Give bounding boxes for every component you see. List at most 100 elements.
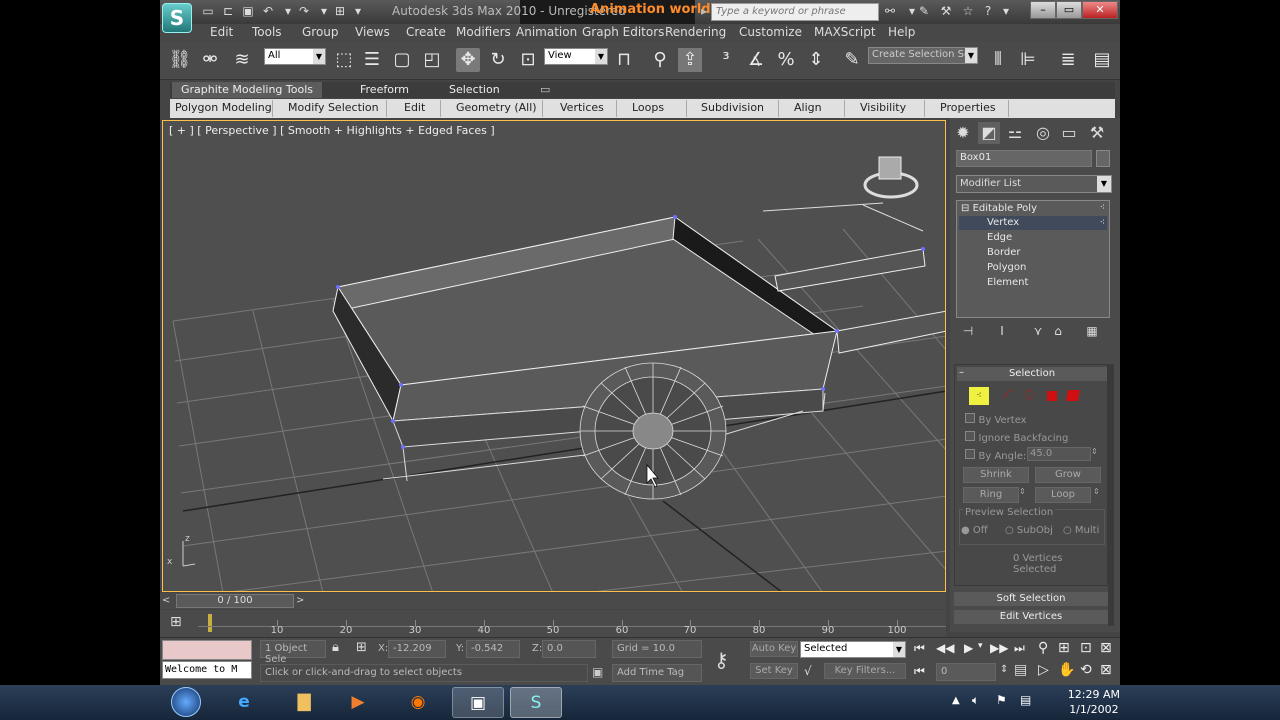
communication-center-icon[interactable]: ⚒ bbox=[938, 3, 954, 19]
track-bar[interactable]: ⊞ 10 20 30 40 50 60 70 80 90 100 bbox=[160, 610, 946, 637]
default-tangent-icon[interactable]: √ bbox=[804, 664, 812, 678]
modify-tab-icon[interactable]: ◩ bbox=[978, 122, 1000, 144]
maxscript-mini-listener[interactable]: Welcome to M bbox=[162, 661, 252, 679]
z-coordinate-field[interactable]: 0.0 bbox=[542, 640, 596, 658]
zoom-extents-icon[interactable]: ⊡ bbox=[1080, 640, 1092, 656]
percent-snap-icon[interactable]: % bbox=[774, 48, 798, 72]
menu-group[interactable]: Group bbox=[302, 25, 339, 39]
lock-selection-icon[interactable]: 🔒︎ bbox=[332, 640, 339, 655]
app-logo-button[interactable]: S bbox=[162, 3, 192, 33]
panel-loops[interactable]: Loops bbox=[632, 101, 664, 114]
stack-item-vertex[interactable]: Vertex bbox=[987, 217, 1019, 228]
named-selection-set-dropdown[interactable]: Create Selection Se ▼ bbox=[868, 47, 978, 64]
next-frame-button-icon[interactable]: ▶▶ bbox=[990, 641, 1008, 655]
menu-edit[interactable]: Edit bbox=[210, 25, 233, 39]
perspective-viewport[interactable]: [ + ] [ Perspective ] [ Smooth + Highlig… bbox=[162, 120, 946, 592]
network-icon[interactable]: ▤ bbox=[1020, 693, 1031, 707]
prev-frame-icon[interactable]: < bbox=[162, 595, 170, 606]
preview-off-radio[interactable]: ● Off bbox=[961, 525, 988, 536]
reference-coordinate-dropdown[interactable]: View ▼ bbox=[544, 48, 608, 65]
stack-item-edge[interactable]: Edge bbox=[987, 232, 1012, 243]
bind-space-warp-icon[interactable]: ≋ bbox=[230, 48, 254, 72]
pin-stack-icon[interactable]: ⊣ bbox=[958, 324, 978, 340]
show-hidden-icons[interactable]: ▲ bbox=[952, 695, 960, 706]
soft-selection-rollout[interactable]: Soft Selection bbox=[954, 592, 1108, 606]
panel-vertices[interactable]: Vertices bbox=[560, 101, 604, 114]
mirror-icon[interactable]: ⫴ bbox=[986, 48, 1010, 72]
firefox-icon[interactable]: ◉ bbox=[394, 687, 442, 718]
vertex-mode-icon[interactable]: ⁖ bbox=[969, 387, 989, 405]
hierarchy-tab-icon[interactable]: ⚍ bbox=[1004, 122, 1026, 144]
project-folder-icon[interactable]: ⊞ bbox=[332, 3, 348, 19]
keyboard-shortcut-override-icon[interactable]: ⇪ bbox=[678, 48, 702, 72]
play-dropdown-icon[interactable]: ▾ bbox=[978, 641, 983, 651]
ring-spinner-icon[interactable]: ⇕ bbox=[1019, 487, 1026, 496]
key-mode-toggle-icon[interactable]: ⏮ bbox=[914, 664, 925, 679]
go-to-end-icon[interactable]: ⏭ bbox=[1014, 641, 1025, 656]
spinner-arrows-icon[interactable]: ⇕ bbox=[1091, 447, 1098, 456]
graphite-toggle-icon[interactable]: ▤ bbox=[1090, 48, 1114, 72]
select-by-name-icon[interactable]: ☰ bbox=[360, 48, 384, 72]
snaps-toggle-icon[interactable]: ³ bbox=[714, 48, 738, 72]
current-frame-field[interactable]: 0 bbox=[936, 663, 996, 681]
key-filters-button[interactable]: Key Filters... bbox=[824, 663, 906, 679]
undo-dropdown-icon[interactable]: ▾ bbox=[280, 3, 296, 19]
menu-graph-editors[interactable]: Graph Editors bbox=[582, 25, 664, 39]
mini-curve-editor-icon[interactable]: ⊞ bbox=[170, 614, 182, 630]
select-and-link-icon[interactable]: ⛓ bbox=[168, 48, 192, 72]
selection-rollout-header[interactable]: Selection bbox=[957, 367, 1107, 381]
menu-views[interactable]: Views bbox=[355, 25, 390, 39]
ring-button[interactable]: Ring bbox=[963, 487, 1019, 503]
favorites-star-icon[interactable]: ☆ bbox=[960, 3, 976, 19]
unlink-selection-icon[interactable]: ⚮ bbox=[198, 48, 222, 72]
panel-visibility[interactable]: Visibility bbox=[860, 101, 906, 114]
search-arrow-icon[interactable]: ▸ bbox=[696, 3, 712, 19]
stack-item-editable-poly[interactable]: ⊟ Editable Poly bbox=[961, 203, 1037, 214]
menu-modifiers[interactable]: Modifiers bbox=[456, 25, 511, 39]
select-and-move-icon[interactable]: ✥ bbox=[456, 48, 480, 72]
preview-multi-radio[interactable]: ○ Multi bbox=[1063, 525, 1099, 536]
frame-spinner-icon[interactable]: ⇕ bbox=[1000, 664, 1008, 675]
maxscript-listener-pink[interactable] bbox=[162, 640, 252, 660]
tools-icon[interactable]: ✎ bbox=[916, 3, 932, 19]
go-to-start-icon[interactable]: ⏮ bbox=[914, 641, 925, 656]
previous-frame-icon[interactable]: ◀◀ bbox=[936, 641, 954, 655]
close-button[interactable]: ✕ bbox=[1082, 1, 1118, 19]
start-orb-icon[interactable] bbox=[166, 687, 206, 718]
zoom-extents-all-icon[interactable]: ⊠ bbox=[1100, 640, 1112, 656]
panel-subdivision[interactable]: Subdivision bbox=[701, 101, 764, 114]
selection-filter-dropdown[interactable]: All ▼ bbox=[264, 48, 326, 65]
align-icon[interactable]: ⊫ bbox=[1016, 48, 1040, 72]
add-time-tag-field[interactable]: Add Time Tag bbox=[612, 664, 702, 682]
edge-mode-icon[interactable]: ⟋ bbox=[997, 387, 1017, 405]
select-and-rotate-icon[interactable]: ↻ bbox=[486, 48, 510, 72]
help-icon[interactable]: ? bbox=[980, 3, 996, 19]
menu-help[interactable]: Help bbox=[888, 25, 915, 39]
create-tab-icon[interactable]: ✹ bbox=[952, 122, 974, 144]
time-slider[interactable]: < 0 / 100 > bbox=[160, 593, 946, 609]
field-of-view-icon[interactable]: ▷ bbox=[1038, 662, 1049, 678]
y-coordinate-field[interactable]: -0.542 bbox=[466, 640, 520, 658]
show-end-result-icon[interactable]: Ⅰ bbox=[992, 324, 1012, 340]
angle-spinner[interactable]: 45.0 bbox=[1027, 447, 1091, 461]
tab-selection[interactable]: Selection bbox=[441, 82, 508, 98]
select-manipulate-icon[interactable]: ⚲ bbox=[648, 48, 672, 72]
preview-subobj-radio[interactable]: ○ SubObj bbox=[1005, 525, 1053, 536]
edit-named-selection-icon[interactable]: ✎ bbox=[840, 48, 864, 72]
ignore-backfacing-checkbox[interactable]: Ignore Backfacing bbox=[965, 431, 1068, 444]
menu-create[interactable]: Create bbox=[406, 25, 446, 39]
angle-snap-icon[interactable]: ∡ bbox=[744, 48, 768, 72]
panel-polygon-modeling[interactable]: Polygon Modeling bbox=[175, 101, 272, 114]
time-tag-icon[interactable]: ▣ bbox=[592, 665, 603, 679]
modifier-list-dropdown[interactable]: Modifier List ▼ bbox=[956, 175, 1112, 193]
cart-model[interactable] bbox=[332, 215, 946, 500]
panel-properties[interactable]: Properties bbox=[940, 101, 996, 114]
display-tab-icon[interactable]: ▭ bbox=[1058, 122, 1080, 144]
maximize-viewport-icon[interactable]: ⊠ bbox=[1100, 662, 1112, 678]
time-configuration-icon[interactable]: ▤ bbox=[1014, 662, 1027, 678]
redo-dropdown-icon[interactable]: ▾ bbox=[316, 3, 332, 19]
time-cursor[interactable] bbox=[208, 614, 212, 632]
zoom-all-icon[interactable]: ⊞ bbox=[1058, 640, 1070, 656]
pan-view-icon[interactable]: ✋ bbox=[1058, 662, 1075, 678]
shrink-button[interactable]: Shrink bbox=[963, 467, 1029, 483]
